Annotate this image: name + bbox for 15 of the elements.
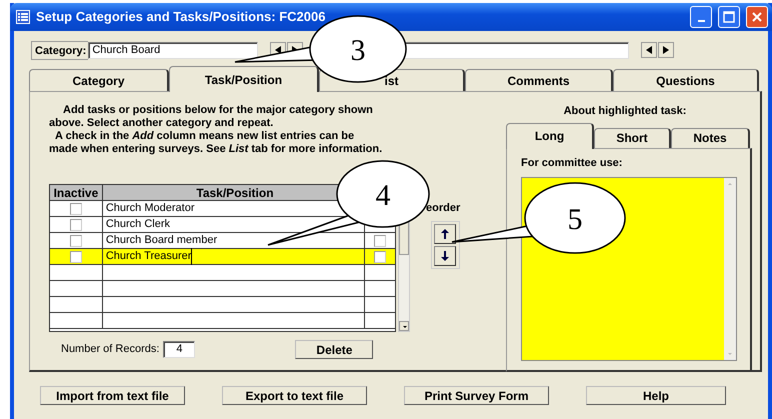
table-cell-text: Church Clerk <box>106 217 170 232</box>
instruction-text: A check in the Add column means new list entries can be made when entering surveys. See List tab for more information. <box>49 130 384 156</box>
reorder-label: eorder <box>426 201 460 216</box>
table-cell-text: Church Board member <box>106 233 218 248</box>
section-heading: About highlighted task: <box>562 104 688 119</box>
records-label: Number of Records: <box>61 342 160 358</box>
callout-number: 3 <box>350 34 366 67</box>
instruction-text: Add tasks or positions below for the major category shown above. Select another category and repeat. <box>49 104 374 130</box>
window-title: Setup Categories and Tasks/Positions: FC2006 <box>36 8 326 26</box>
table-cell: Church Treasurer <box>106 248 192 265</box>
category-label: Category: <box>31 40 88 60</box>
table-cell-text: Church Moderator <box>106 201 194 216</box>
column-header: Inactive <box>50 185 103 200</box>
callout-number: 5 <box>568 203 582 236</box>
field-label: For committee use: <box>521 156 624 170</box>
